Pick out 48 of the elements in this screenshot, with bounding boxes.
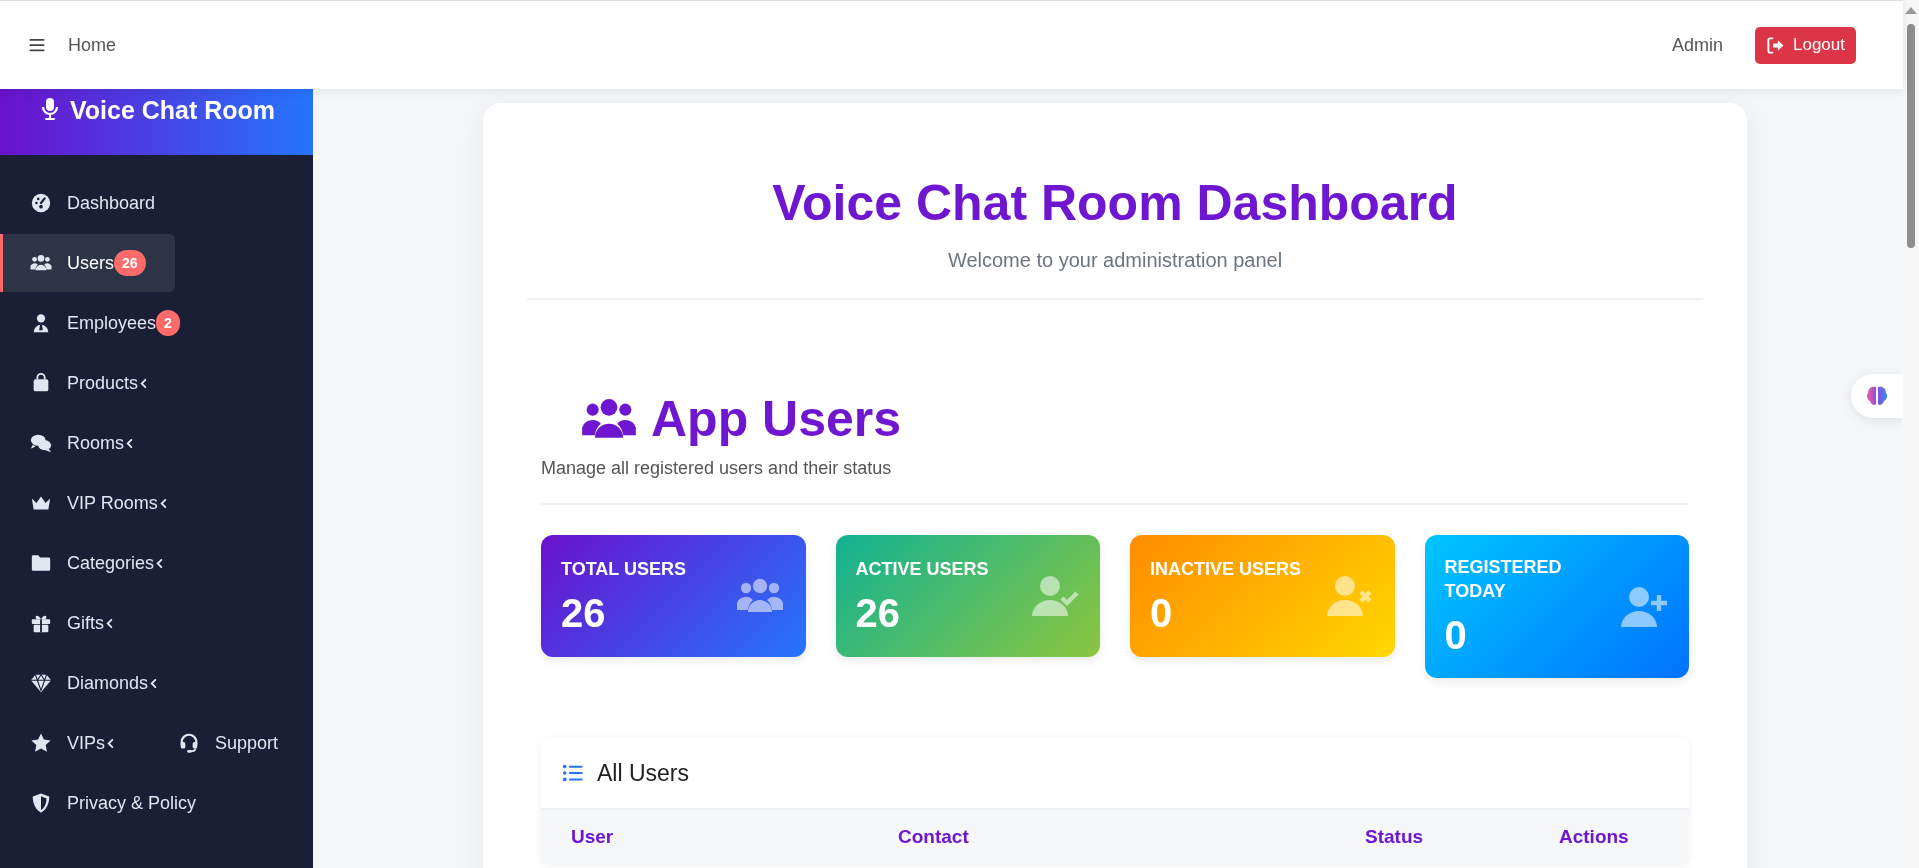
column-header[interactable]: Contact <box>898 826 1365 848</box>
column-header[interactable]: User <box>571 826 898 848</box>
scrollbar-thumb[interactable] <box>1907 24 1915 248</box>
sidebar-item[interactable]: Categories <box>0 534 166 592</box>
folder-icon <box>30 552 52 574</box>
stat-label: REGISTERED TODAY <box>1444 556 1563 603</box>
count-badge: 2 <box>156 310 180 336</box>
sidebar-item[interactable]: Users 26 <box>0 234 175 292</box>
scroll-up-arrow[interactable] <box>1905 7 1917 14</box>
sidebar-item[interactable]: Privacy & Policy <box>0 774 197 832</box>
diamond-icon <box>30 672 52 694</box>
sidebar-item[interactable]: Diamonds <box>0 654 160 712</box>
star-icon <box>30 732 52 754</box>
shield-icon <box>30 792 52 814</box>
brain-icon <box>1865 384 1889 408</box>
column-header[interactable]: Status <box>1365 826 1559 848</box>
column-header[interactable]: Actions <box>1559 826 1689 848</box>
count-badge: 26 <box>114 250 146 276</box>
stat-label: INACTIVE USERS <box>1150 557 1302 581</box>
stat-label: TOTAL USERS <box>561 557 686 581</box>
stat-value: 0 <box>1150 590 1174 636</box>
logout-icon <box>1766 35 1785 55</box>
home-link[interactable]: Home <box>68 34 116 56</box>
page-subtitle: Welcome to your administration panel <box>946 249 1284 272</box>
sidebar-item[interactable]: VIPs <box>0 714 116 772</box>
list-icon <box>561 762 585 784</box>
stat-label: ACTIVE USERS <box>855 557 989 581</box>
sidebar-item[interactable]: Dashboard <box>0 174 156 232</box>
stat-value: 0 <box>1444 613 1468 658</box>
section-description: Manage all registered users and their status <box>541 458 893 479</box>
logout-button[interactable]: Logout <box>1755 26 1856 64</box>
sidebar-item[interactable]: Support <box>174 714 278 772</box>
user-name: Admin <box>1671 34 1723 56</box>
sidebar-item[interactable]: Products <box>0 354 150 412</box>
sidebar-item[interactable]: Gifts <box>0 594 115 652</box>
table-title: All Users <box>597 759 689 787</box>
chat-icon <box>30 432 52 454</box>
sidebar-item[interactable]: VIP Rooms <box>0 474 169 532</box>
brand-title: Voice Chat Room <box>69 95 276 126</box>
page-title: Voice Chat Room Dashboard <box>771 174 1459 233</box>
assistant-button[interactable] <box>1851 374 1903 418</box>
sidebar-item[interactable]: Rooms <box>0 414 135 472</box>
menu-icon[interactable] <box>28 36 46 54</box>
stat-value: 26 <box>561 590 607 636</box>
stat-value: 26 <box>855 590 901 636</box>
section-title: App Users <box>651 390 902 448</box>
gauge-icon <box>30 192 52 214</box>
sidebar-item[interactable]: Employees 2 <box>0 294 180 352</box>
